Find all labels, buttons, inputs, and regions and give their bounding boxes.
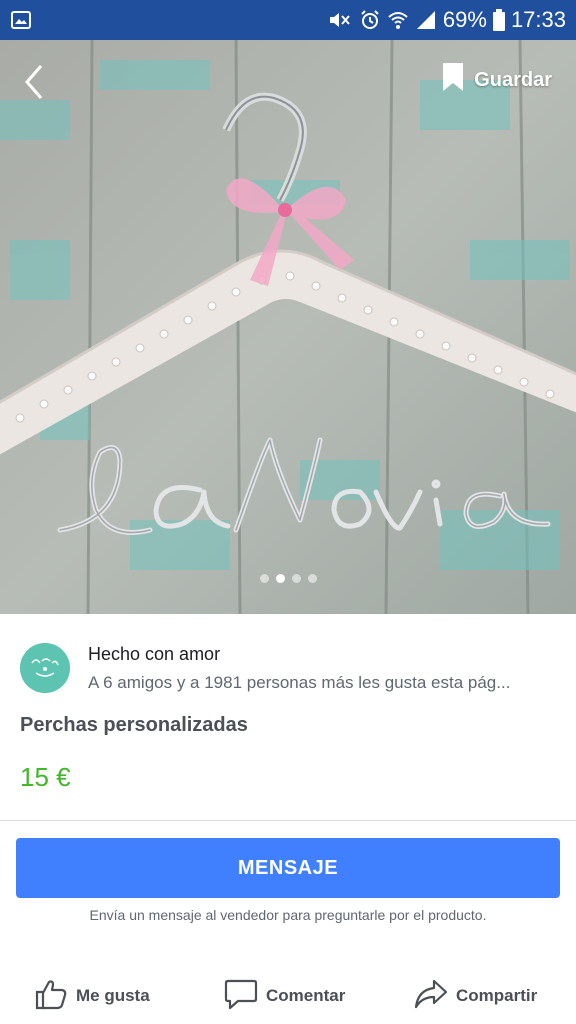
gallery-pagination	[0, 574, 576, 583]
comment-label: Comentar	[266, 986, 346, 1005]
gallery-dot[interactable]	[291, 574, 301, 583]
mute-icon	[327, 9, 353, 31]
thumbs-up-icon	[34, 978, 68, 1015]
chevron-left-icon	[23, 64, 45, 105]
share-label: Compartir	[456, 986, 538, 1005]
divider	[0, 820, 576, 821]
gallery-dot[interactable]	[307, 574, 317, 583]
product-title: Perchas personalizadas	[20, 714, 248, 736]
gallery-icon	[10, 9, 32, 31]
message-helper-text: Envía un mensaje al vendedor para pregun…	[89, 907, 487, 923]
battery-icon	[492, 9, 505, 31]
comment-button[interactable]: Comentar	[224, 978, 345, 1015]
seller-logo-icon	[20, 643, 70, 693]
save-button[interactable]: Guardar	[442, 60, 552, 100]
back-button[interactable]	[16, 62, 52, 106]
signal-icon	[415, 9, 437, 31]
save-button-label: Guardar	[474, 68, 552, 91]
seller-name[interactable]: Hecho con amor	[88, 644, 558, 665]
like-button[interactable]: Me gusta	[34, 978, 150, 1015]
comment-icon	[224, 978, 258, 1015]
product-photo-gallery[interactable]: Guardar	[0, 40, 576, 614]
product-price: 15 €	[20, 762, 71, 792]
bookmark-icon	[442, 62, 464, 98]
status-bar: 69% 17:33	[0, 0, 576, 40]
share-button[interactable]: Compartir	[414, 978, 537, 1015]
clock: 17:33	[510, 7, 566, 32]
action-bar: Me gusta Comentar Compartir	[0, 972, 576, 1020]
seller-row[interactable]: Hecho con amor A 6 amigos y a 1981 perso…	[20, 640, 560, 696]
product-photo	[0, 40, 576, 614]
battery-percent: 69%	[442, 7, 487, 32]
share-icon	[414, 978, 448, 1015]
alarm-icon	[359, 9, 381, 31]
wifi-icon	[387, 9, 409, 31]
gallery-dot-active[interactable]	[275, 574, 285, 583]
gallery-dot[interactable]	[259, 574, 269, 583]
like-label: Me gusta	[76, 986, 150, 1005]
seller-likes-text: A 6 amigos y a 1981 personas más les gus…	[88, 672, 511, 692]
message-button-label: MENSAJE	[237, 856, 339, 879]
seller-avatar[interactable]	[20, 643, 70, 693]
message-button[interactable]: MENSAJE	[16, 838, 560, 898]
